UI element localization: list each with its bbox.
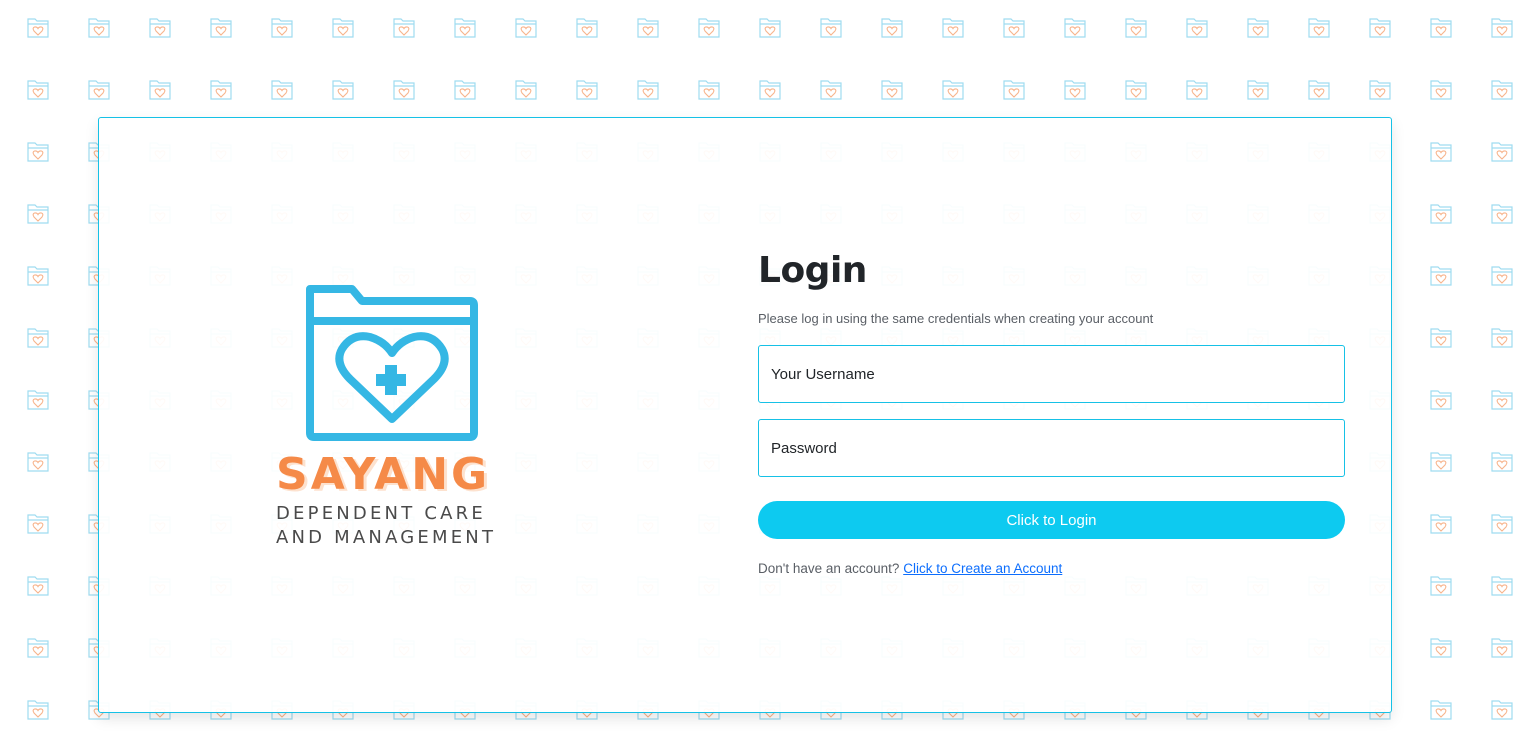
folder-heart-icon bbox=[332, 18, 354, 38]
folder-heart-icon bbox=[149, 80, 171, 100]
folder-heart-icon bbox=[1491, 452, 1513, 472]
folder-heart-icon bbox=[271, 18, 293, 38]
folder-heart-icon bbox=[576, 18, 598, 38]
brand-tagline-line2: AND MANAGEMENT bbox=[276, 527, 497, 548]
password-input[interactable] bbox=[758, 419, 1345, 477]
folder-heart-icon bbox=[210, 18, 232, 38]
folder-heart-icon bbox=[27, 80, 49, 100]
brand-name: SAYANG bbox=[276, 449, 491, 500]
login-card: SAYANG DEPENDENT CARE AND MANAGEMENT Log… bbox=[98, 117, 1392, 713]
folder-heart-icon bbox=[1430, 452, 1452, 472]
folder-heart-icon bbox=[1430, 390, 1452, 410]
folder-heart-icon bbox=[27, 18, 49, 38]
folder-heart-icon bbox=[1430, 328, 1452, 348]
folder-heart-icon bbox=[1430, 80, 1452, 100]
folder-heart-icon bbox=[88, 18, 110, 38]
folder-heart-icon bbox=[149, 18, 171, 38]
folder-heart-icon bbox=[1491, 576, 1513, 596]
brand-tagline-line1: DEPENDENT CARE bbox=[276, 503, 486, 524]
create-account-link[interactable]: Click to Create an Account bbox=[903, 561, 1062, 576]
folder-heart-icon bbox=[27, 638, 49, 658]
folder-heart-icon bbox=[515, 18, 537, 38]
folder-heart-icon bbox=[1491, 328, 1513, 348]
folder-heart-icon bbox=[393, 80, 415, 100]
folder-heart-icon bbox=[1430, 204, 1452, 224]
page-title: Login bbox=[758, 250, 867, 291]
folder-heart-icon bbox=[332, 80, 354, 100]
folder-heart-icon bbox=[820, 18, 842, 38]
folder-heart-icon bbox=[759, 18, 781, 38]
folder-heart-icon bbox=[1186, 18, 1208, 38]
folder-heart-icon bbox=[698, 18, 720, 38]
folder-heart-icon bbox=[1491, 204, 1513, 224]
folder-heart-icon bbox=[515, 80, 537, 100]
folder-heart-icon bbox=[1247, 18, 1269, 38]
folder-heart-icon bbox=[27, 576, 49, 596]
folder-heart-icon bbox=[1003, 80, 1025, 100]
folder-heart-icon bbox=[881, 80, 903, 100]
signup-prompt-text: Don't have an account? bbox=[758, 561, 900, 576]
folder-heart-icon bbox=[271, 80, 293, 100]
folder-heart-icon bbox=[1491, 514, 1513, 534]
folder-heart-icon bbox=[1491, 638, 1513, 658]
folder-heart-icon bbox=[1125, 18, 1147, 38]
folder-heart-icon bbox=[698, 80, 720, 100]
folder-heart-icon bbox=[1308, 80, 1330, 100]
folder-heart-icon bbox=[393, 18, 415, 38]
folder-heart-icon bbox=[576, 80, 598, 100]
folder-heart-icon bbox=[1064, 18, 1086, 38]
folder-heart-icon bbox=[1369, 80, 1391, 100]
folder-heart-icon bbox=[27, 266, 49, 286]
folder-heart-icon bbox=[27, 514, 49, 534]
folder-heart-icon bbox=[1430, 514, 1452, 534]
folder-heart-icon bbox=[1186, 80, 1208, 100]
folder-heart-medical-icon bbox=[306, 285, 478, 441]
folder-heart-icon bbox=[1430, 142, 1452, 162]
folder-heart-icon bbox=[759, 80, 781, 100]
folder-heart-icon bbox=[1064, 80, 1086, 100]
login-button[interactable]: Click to Login bbox=[758, 501, 1345, 539]
signup-prompt-line: Don't have an account? Click to Create a… bbox=[758, 561, 1346, 576]
folder-heart-icon bbox=[1125, 80, 1147, 100]
folder-heart-icon bbox=[1491, 142, 1513, 162]
folder-heart-icon bbox=[1430, 700, 1452, 720]
folder-heart-icon bbox=[942, 80, 964, 100]
folder-heart-icon bbox=[1430, 576, 1452, 596]
folder-heart-icon bbox=[1430, 266, 1452, 286]
folder-heart-icon bbox=[637, 18, 659, 38]
folder-heart-icon bbox=[1430, 18, 1452, 38]
folder-heart-icon bbox=[1430, 638, 1452, 658]
folder-heart-icon bbox=[1491, 266, 1513, 286]
folder-heart-icon bbox=[27, 452, 49, 472]
folder-heart-icon bbox=[27, 204, 49, 224]
folder-heart-icon bbox=[1491, 18, 1513, 38]
username-input[interactable] bbox=[758, 345, 1345, 403]
folder-heart-icon bbox=[454, 80, 476, 100]
folder-heart-icon bbox=[1003, 18, 1025, 38]
folder-heart-icon bbox=[27, 328, 49, 348]
folder-heart-icon bbox=[1247, 80, 1269, 100]
folder-heart-icon bbox=[1491, 700, 1513, 720]
folder-heart-icon bbox=[454, 18, 476, 38]
folder-heart-icon bbox=[820, 80, 842, 100]
brand-logo: SAYANG DEPENDENT CARE AND MANAGEMENT bbox=[274, 283, 514, 553]
folder-heart-icon bbox=[210, 80, 232, 100]
folder-heart-icon bbox=[637, 80, 659, 100]
folder-heart-icon bbox=[88, 80, 110, 100]
folder-heart-icon bbox=[1308, 18, 1330, 38]
folder-heart-icon bbox=[881, 18, 903, 38]
folder-heart-icon bbox=[27, 700, 49, 720]
login-subtitle: Please log in using the same credentials… bbox=[758, 311, 1154, 326]
folder-heart-icon bbox=[27, 390, 49, 410]
folder-heart-icon bbox=[27, 142, 49, 162]
folder-heart-icon bbox=[1491, 80, 1513, 100]
folder-heart-icon bbox=[1491, 390, 1513, 410]
login-form: Login Please log in using the same crede… bbox=[758, 253, 1346, 576]
folder-heart-icon bbox=[942, 18, 964, 38]
folder-heart-icon bbox=[1369, 18, 1391, 38]
